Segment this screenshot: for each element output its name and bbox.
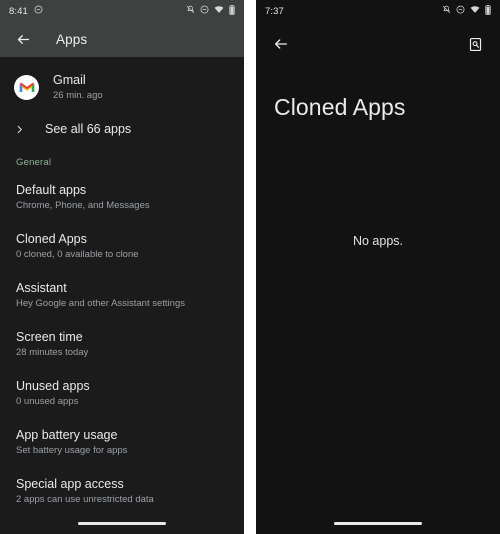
list-item-title: App battery usage	[16, 428, 118, 442]
list-item-subtitle: 0 cloned, 0 available to clone	[16, 249, 139, 260]
recent-app-texts: Gmail 26 min. ago	[53, 73, 103, 102]
list-item-default-apps[interactable]: Default apps Chrome, Phone, and Messages	[0, 178, 244, 227]
vibrate-off-icon	[442, 5, 451, 17]
home-indicator[interactable]	[334, 521, 422, 525]
dnd-icon	[34, 5, 43, 17]
list-item-subtitle: 2 apps can use unrestricted data	[16, 494, 154, 505]
list-item-subtitle: 28 minutes today	[16, 347, 89, 358]
recent-app-subtitle: 26 min. ago	[53, 89, 103, 101]
cloned-apps-title: Cloned Apps	[274, 94, 406, 120]
right-phone-screen: 7:37 Cloned Apps No apps.	[256, 0, 500, 534]
home-indicator[interactable]	[78, 521, 166, 525]
list-item-subtitle: Set battery usage for apps	[16, 445, 128, 456]
see-all-apps-row[interactable]: See all 66 apps	[0, 113, 244, 145]
wifi-icon	[470, 5, 480, 17]
right-nav-bar	[256, 512, 500, 534]
document-search-icon	[469, 37, 481, 51]
status-right-group	[186, 4, 235, 18]
list-item-title: Screen time	[16, 330, 83, 344]
list-item-title: Special app access	[16, 477, 124, 491]
left-nav-bar	[0, 512, 244, 534]
arrow-left-icon	[275, 39, 287, 49]
dual-screenshot-container: 8:41 Apps Gmail 26 min. ago See all 66 a…	[0, 0, 500, 534]
list-item-screen-time[interactable]: Screen time 28 minutes today	[0, 325, 244, 374]
settings-list: Default apps Chrome, Phone, and Messages…	[0, 168, 244, 521]
left-phone-screen: 8:41 Apps Gmail 26 min. ago See all 66 a…	[0, 0, 244, 534]
list-item-subtitle: Chrome, Phone, and Messages	[16, 200, 150, 211]
list-item-title: Default apps	[16, 183, 87, 197]
list-item-app-battery-usage[interactable]: App battery usage Set battery usage for …	[0, 423, 244, 472]
battery-icon	[485, 4, 491, 18]
dnd-icon	[200, 5, 209, 17]
left-status-bar: 8:41	[0, 0, 244, 22]
gmail-icon	[14, 74, 39, 100]
battery-icon	[229, 4, 235, 18]
empty-state-message: No apps.	[352, 234, 404, 248]
list-item-unused-apps[interactable]: Unused apps 0 unused apps	[0, 374, 244, 423]
left-app-bar: Apps	[0, 22, 244, 57]
right-content-area: Cloned Apps No apps.	[256, 66, 500, 534]
list-item-subtitle: 0 unused apps	[16, 396, 79, 407]
status-left-group: 7:37	[265, 6, 284, 17]
status-left-group: 8:41	[9, 5, 43, 17]
list-item-assistant[interactable]: Assistant Hey Google and other Assistant…	[0, 276, 244, 325]
list-item-title: Unused apps	[16, 379, 90, 393]
section-header-general: General	[16, 157, 52, 168]
chevron-right-icon	[17, 125, 22, 133]
status-right-group	[442, 4, 491, 18]
recent-app-name: Gmail	[53, 72, 86, 87]
dnd-icon	[456, 5, 465, 17]
list-item-cloned-apps[interactable]: Cloned Apps 0 cloned, 0 available to clo…	[0, 227, 244, 276]
back-button[interactable]	[12, 29, 34, 51]
vibrate-off-icon	[186, 5, 195, 17]
page-title: Apps	[56, 32, 88, 47]
status-time: 8:41	[9, 5, 28, 17]
list-item-title: Cloned Apps	[16, 232, 87, 246]
recent-app-row[interactable]: Gmail 26 min. ago	[0, 57, 244, 103]
document-search-button[interactable]	[464, 33, 486, 55]
screen-divider	[244, 0, 256, 534]
list-item-subtitle: Hey Google and other Assistant settings	[16, 298, 185, 309]
status-time: 7:37	[265, 5, 284, 17]
wifi-icon	[214, 5, 224, 17]
left-content-area: Gmail 26 min. ago See all 66 apps Genera…	[0, 57, 244, 534]
back-button[interactable]	[270, 33, 292, 55]
arrow-left-icon	[17, 35, 29, 44]
right-app-bar	[256, 22, 500, 66]
right-status-bar: 7:37	[256, 0, 500, 22]
see-all-apps-label: See all 66 apps	[45, 122, 132, 136]
list-item-title: Assistant	[16, 281, 67, 295]
